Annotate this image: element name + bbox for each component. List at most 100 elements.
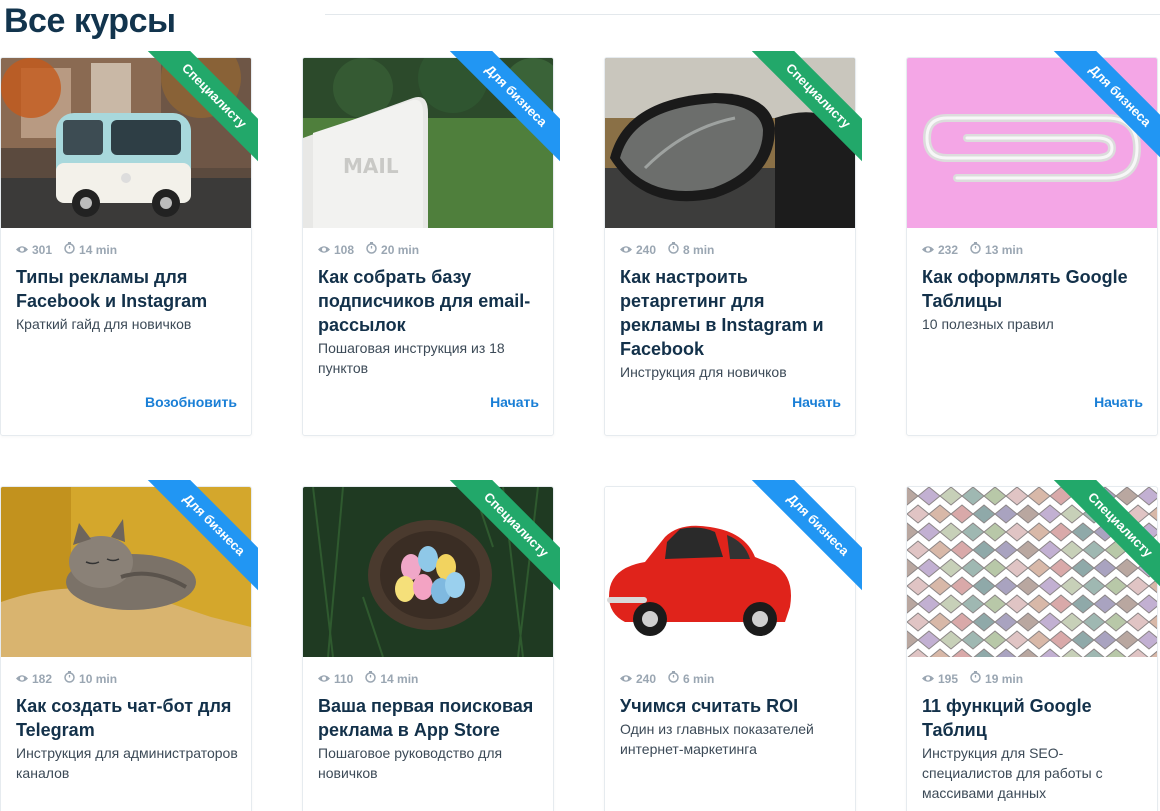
tile-shape [1027, 594, 1051, 614]
course-card[interactable]: Специалисту 301 14 min Типы рекламы для … [0, 51, 258, 436]
course-image-vw-van [1, 58, 251, 228]
tile-shape [907, 487, 919, 506]
course-subtitle: 10 полезных правил [922, 316, 1054, 332]
tile-shape [1127, 648, 1149, 657]
tile-shape [1082, 612, 1106, 632]
tile-shape [972, 576, 996, 596]
tile-shape [1082, 504, 1106, 524]
tile-shape [951, 648, 973, 657]
tile-shape [917, 594, 941, 614]
tile-shape [1082, 576, 1106, 596]
start-button[interactable]: Начать [792, 394, 841, 410]
tile-shape [1038, 612, 1062, 632]
tile-shape [1083, 648, 1105, 657]
tile-shape [1027, 522, 1051, 542]
course-title[interactable]: Типы рекламы для Facebook и Instagram [16, 265, 241, 313]
tile-shape [972, 504, 996, 524]
course-title[interactable]: Как оформлять Google Таблицы [922, 265, 1147, 313]
course-image-red-car [605, 487, 855, 657]
course-card[interactable]: Для бизнеса 182 10 min Как создать чат-б… [0, 480, 258, 811]
course-image-eggs-nest [303, 487, 553, 657]
tile-shape [1126, 612, 1150, 632]
start-button[interactable]: Начать [1094, 394, 1143, 410]
tile-shape [1071, 522, 1095, 542]
duration: 8 min [683, 242, 715, 257]
tile-shape [972, 612, 996, 632]
course-card[interactable]: MAIL Для бизнеса 108 20 min Как собрать … [302, 51, 560, 436]
course-title[interactable]: Как настроить ретаргетинг для рекламы в … [620, 265, 845, 361]
tile-shape [1115, 630, 1139, 650]
tile-shape [1005, 522, 1029, 542]
views-count: 232 [938, 242, 959, 257]
course-title[interactable]: 11 функций Google Таблиц [922, 694, 1147, 742]
tile-shape [1104, 540, 1128, 560]
course-card[interactable]: Специалисту 240 8 min Как настроить рета… [604, 51, 862, 436]
tile-shape [928, 504, 952, 524]
course-title[interactable]: Как создать чат-бот для Telegram [16, 694, 241, 742]
timer-icon [970, 242, 981, 257]
tile-shape [1115, 487, 1139, 506]
tile-shape [1005, 558, 1029, 578]
tile-shape [961, 487, 985, 506]
tile-shape [1060, 504, 1084, 524]
tile-shape [995, 648, 1017, 657]
tile-shape [1038, 540, 1062, 560]
tile-shape [1137, 522, 1157, 542]
tile-shape [1137, 558, 1157, 578]
duration: 13 min [985, 242, 1024, 257]
tile-shape [1115, 522, 1139, 542]
tile-shape [1005, 630, 1029, 650]
tile-shape [917, 522, 941, 542]
tile-shape [1137, 594, 1157, 614]
course-image-tiles [907, 487, 1157, 657]
duration: 20 min [381, 242, 420, 257]
tile-shape [994, 612, 1018, 632]
course-title[interactable]: Учимся считать ROI [620, 694, 845, 718]
tile-shape [1016, 576, 1040, 596]
tile-shape [994, 540, 1018, 560]
course-card[interactable]: Для бизнеса 232 13 min Как оформлять Goo… [906, 51, 1160, 436]
tile-shape [1049, 522, 1073, 542]
views-count: 240 [636, 242, 657, 257]
tile-shape [1038, 504, 1062, 524]
tile-shape [929, 648, 951, 657]
tile-shape [1104, 504, 1128, 524]
views-count: 195 [938, 671, 959, 686]
tile-shape [1060, 576, 1084, 596]
timer-icon [365, 671, 377, 686]
eye-icon [16, 672, 28, 686]
duration: 14 min [380, 671, 419, 686]
tile-shape [928, 612, 952, 632]
course-image-paperclip [907, 58, 1157, 228]
start-button[interactable]: Начать [490, 394, 539, 410]
tile-shape [983, 594, 1007, 614]
course-card[interactable]: Специалисту 110 14 min Ваша первая поиск… [302, 480, 560, 811]
tile-shape [939, 594, 963, 614]
tile-shape [1005, 487, 1029, 506]
tile-shape [950, 540, 974, 560]
course-card[interactable]: Для бизнеса 240 6 min Учимся считать ROI… [604, 480, 862, 811]
duration: 10 min [79, 671, 118, 686]
course-title[interactable]: Как собрать базу подписчиков для email-р… [318, 265, 543, 337]
views-count: 240 [636, 671, 657, 686]
tile-shape [1049, 630, 1073, 650]
tile-shape [1126, 540, 1150, 560]
views-count: 182 [32, 671, 53, 686]
tile-shape [1148, 506, 1157, 522]
tile-shape [1049, 487, 1073, 506]
tile-shape [1049, 594, 1073, 614]
tile-shape [1027, 487, 1051, 506]
tile-shape [907, 504, 930, 524]
tile-shape [1038, 576, 1062, 596]
tile-shape [907, 558, 919, 578]
tile-shape [1137, 487, 1157, 506]
tile-shape [983, 487, 1007, 506]
tile-shape [1027, 558, 1051, 578]
tile-shape [1071, 630, 1095, 650]
course-title[interactable]: Ваша первая поисковая реклама в App Stor… [318, 694, 543, 742]
tile-shape [1105, 648, 1127, 657]
resume-button[interactable]: Возобновить [145, 394, 237, 410]
tile-shape [1005, 594, 1029, 614]
course-subtitle: Инструкция для администраторов каналов [16, 745, 238, 781]
course-card[interactable]: Специалисту 195 19 min 11 функций Google… [906, 480, 1160, 811]
